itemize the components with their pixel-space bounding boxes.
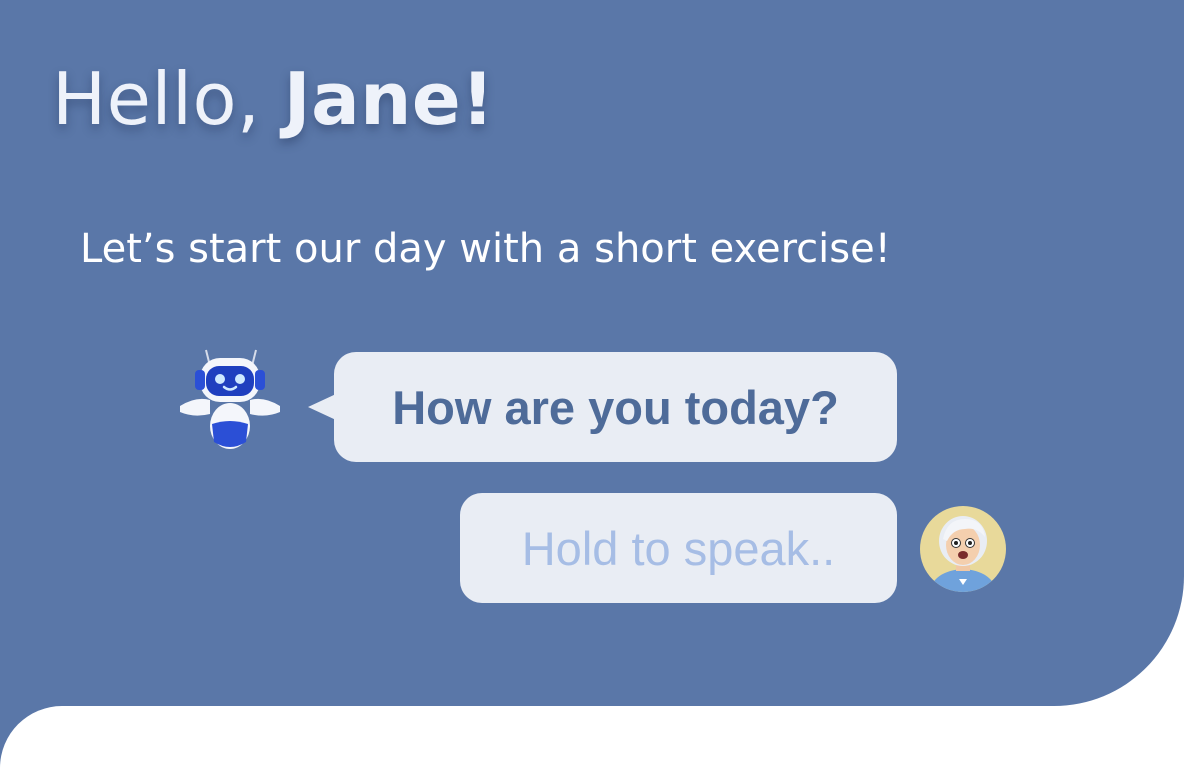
greeting-title: Hello, Jane! — [52, 56, 495, 142]
greeting-hello: Hello, — [52, 57, 261, 141]
hold-to-speak-label: Hold to speak.. — [521, 521, 836, 575]
page-subtitle: Let’s start our day with a short exercis… — [80, 226, 891, 272]
robot-icon — [180, 349, 280, 449]
bottom-panel — [0, 706, 1184, 768]
hold-to-speak-button[interactable]: Hold to speak.. — [460, 493, 897, 603]
bottom-panel-background — [0, 706, 1184, 768]
bot-message-text: How are you today? — [392, 380, 839, 434]
greeting-name: Jane! — [283, 57, 495, 141]
user-avatar[interactable] — [919, 505, 1007, 593]
bot-message-bubble: How are you today? — [308, 352, 897, 462]
